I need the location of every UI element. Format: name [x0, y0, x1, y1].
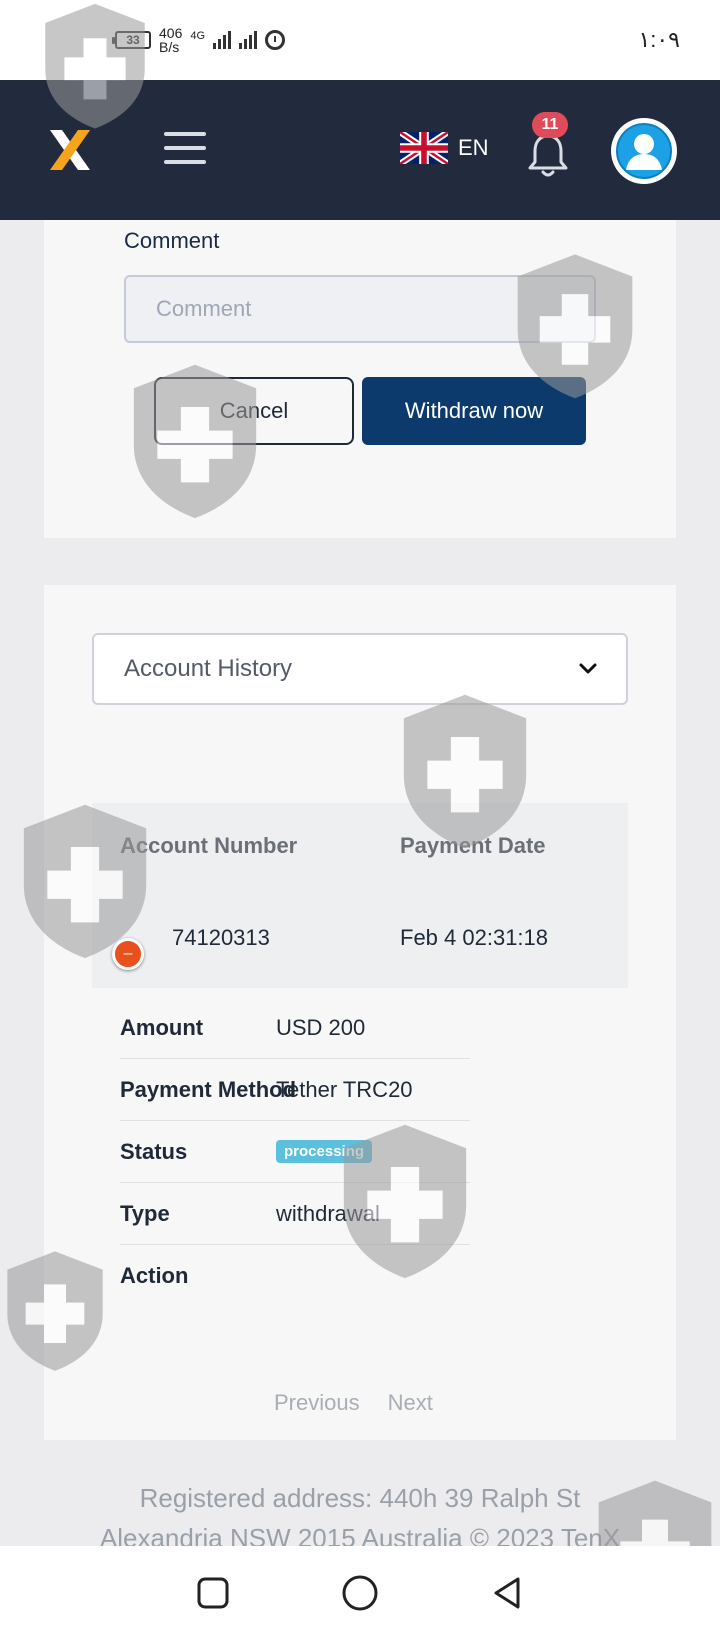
recent-apps-icon[interactable] — [196, 1576, 230, 1610]
network-speed-value: 406 — [159, 25, 183, 41]
signal-icon-2 — [239, 31, 258, 49]
chevron-down-icon — [579, 663, 597, 674]
menu-bar — [164, 160, 206, 164]
network-type: 4G — [190, 30, 206, 42]
account-number-cell: 74120313 — [172, 925, 270, 950]
payment-date-cell: Feb 4 02:31:18 — [400, 925, 549, 950]
home-icon[interactable] — [341, 1574, 379, 1612]
system-nav-bar — [0, 1546, 720, 1640]
previous-page-button[interactable]: Previous — [274, 1390, 360, 1416]
detail-value: withdrawal — [276, 1200, 380, 1226]
language-selector[interactable]: EN — [400, 132, 489, 164]
detail-value: Tether TRC20 — [276, 1076, 413, 1102]
signal-icon — [213, 31, 232, 49]
uk-flag-icon — [400, 132, 448, 164]
language-label: EN — [458, 135, 489, 160]
user-icon — [616, 123, 672, 179]
status-indicators: 33 406 B/s 4G — [112, 26, 286, 54]
notification-badge: 11 — [532, 112, 568, 138]
detail-action: Action — [120, 1245, 470, 1307]
column-header-payment-date: Payment Date — [400, 833, 546, 858]
detail-status: Status processing — [120, 1121, 470, 1183]
table-row: Account Number Payment Date – 74120313 F… — [92, 803, 628, 988]
network-speed: 406 B/s — [159, 26, 182, 54]
detail-type: Type withdrawal — [120, 1183, 470, 1245]
row-details: Amount USD 200 Payment Method Tether TRC… — [120, 997, 470, 1307]
network-speed-unit: B/s — [159, 39, 180, 55]
history-type-value: Account History — [124, 655, 293, 682]
withdraw-form-card: Comment Cancel Withdraw now — [44, 220, 676, 538]
detail-key: Payment Method — [120, 1076, 297, 1102]
detail-value: USD 200 — [276, 1014, 366, 1040]
bell-icon[interactable] — [526, 132, 570, 180]
detail-amount: Amount USD 200 — [120, 997, 470, 1059]
detail-key: Action — [120, 1263, 189, 1288]
withdraw-now-button[interactable]: Withdraw now — [362, 377, 586, 445]
logo-icon[interactable] — [48, 128, 92, 172]
status-time: ١:٠٩ — [638, 27, 680, 52]
menu-bar — [164, 132, 206, 136]
menu-button[interactable] — [164, 132, 206, 164]
menu-bar — [164, 146, 206, 150]
account-history-card: Account History Account Number Payment D… — [44, 585, 676, 1440]
collapse-row-icon[interactable]: – — [112, 938, 144, 970]
next-page-button[interactable]: Next — [388, 1390, 433, 1416]
comment-input[interactable] — [124, 275, 596, 343]
avatar[interactable] — [611, 118, 677, 184]
alarm-icon — [265, 30, 286, 50]
history-type-select[interactable]: Account History — [92, 633, 628, 705]
status-badge: processing — [276, 1140, 373, 1163]
detail-key: Status — [120, 1138, 188, 1164]
comment-label: Comment — [124, 228, 220, 253]
detail-key: Amount — [120, 1014, 204, 1040]
pagination: Previous Next — [274, 1390, 433, 1416]
footer-address-line1: Registered address: 440h 39 Ralph St — [139, 1483, 581, 1513]
cancel-button[interactable]: Cancel — [154, 377, 354, 445]
back-icon[interactable] — [490, 1575, 524, 1611]
detail-payment-method: Payment Method Tether TRC20 — [120, 1059, 470, 1121]
column-header-account-number: Account Number — [120, 833, 298, 858]
battery-icon: 33 — [112, 31, 151, 49]
detail-key: Type — [120, 1200, 170, 1226]
status-bar: 33 406 B/s 4G ١:٠٩ — [0, 0, 720, 80]
